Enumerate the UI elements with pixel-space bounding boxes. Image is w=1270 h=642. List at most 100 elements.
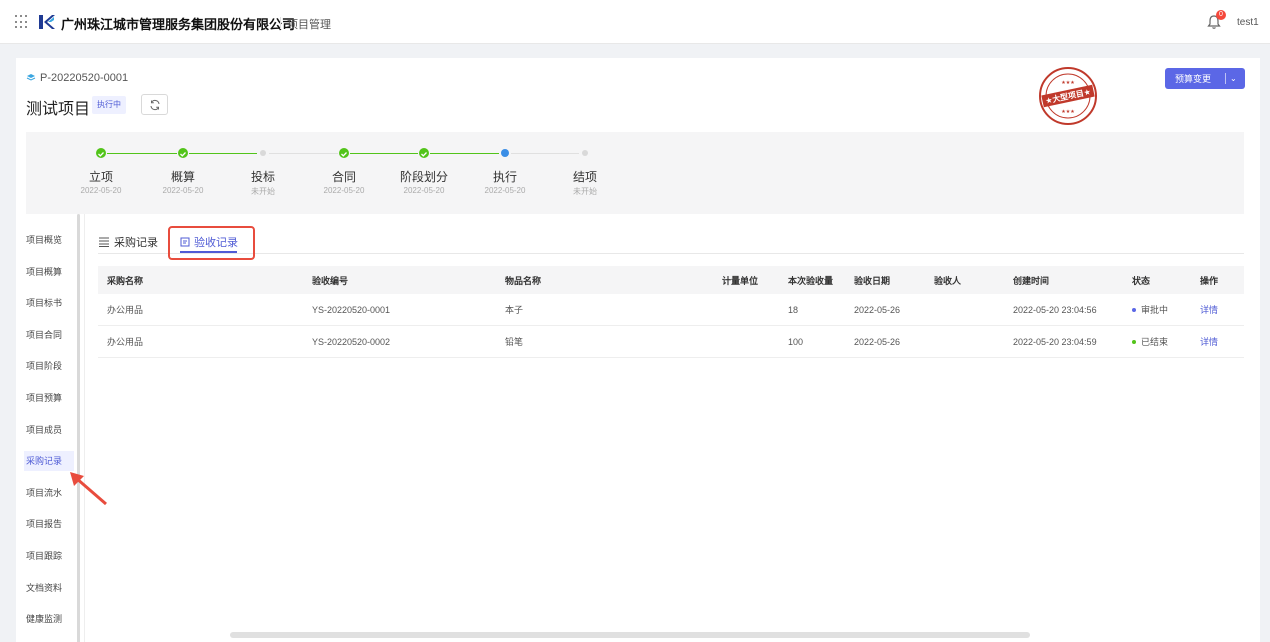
detail-link[interactable]: 详情 <box>1200 326 1218 357</box>
step-date: 2022-05-20 <box>80 186 122 195</box>
step-dot-icon <box>582 150 588 156</box>
table-row: 办公用品 YS-20220520-0001 本子 18 2022-05-26 2022-0… <box>98 294 1244 326</box>
column-header: 采购名称 <box>107 275 144 286</box>
svg-text:★大型项目★: ★大型项目★ <box>1044 86 1091 105</box>
company-name: 广州珠江城市管理服务集团股份有限公司 <box>61 17 296 32</box>
sidebar-scrollbar[interactable] <box>77 214 80 642</box>
step-date: 2022-05-20 <box>484 186 526 195</box>
detail-link[interactable]: 详情 <box>1200 294 1218 325</box>
table-cell: 办公用品 <box>107 305 144 315</box>
step-connector <box>107 153 177 154</box>
column-header: 操作 <box>1200 275 1219 286</box>
step-name: 立项 <box>88 170 113 184</box>
horizontal-scrollbar[interactable] <box>230 632 1030 638</box>
layers-icon <box>26 74 36 81</box>
column-header: 验收人 <box>934 275 962 286</box>
annotation-arrow-icon <box>70 472 107 506</box>
annotation-highlight-box <box>168 226 255 260</box>
table-cell: 办公用品 <box>107 337 144 347</box>
user-name[interactable]: test1 <box>1237 17 1259 28</box>
header-divider <box>280 17 281 29</box>
status-badge: 执行中 <box>92 96 126 114</box>
chevron-down-icon[interactable]: ⌄ <box>1230 74 1237 83</box>
column-header: 状态 <box>1132 275 1151 286</box>
table-cell: 2022-05-26 <box>854 336 901 347</box>
step-name: 结项 <box>572 170 597 184</box>
company-logo-icon <box>39 15 55 29</box>
table-cell: 2022-05-20 23:04:56 <box>1013 304 1097 315</box>
refresh-button[interactable] <box>141 94 168 115</box>
step-connector <box>430 153 499 154</box>
step-date: 2022-05-20 <box>162 186 204 195</box>
step-connector <box>350 153 418 154</box>
sidebar-item[interactable]: 项目报告 <box>24 514 80 534</box>
tab-bar-line <box>98 253 1244 254</box>
sidebar-item[interactable]: 项目预算 <box>24 388 80 408</box>
column-header: 验收日期 <box>854 275 891 286</box>
step-date: 2022-05-20 <box>323 186 365 195</box>
table-cell: 2022-05-20 23:04:59 <box>1013 336 1097 347</box>
step-dot-icon <box>260 150 266 156</box>
module-name: 项目管理 <box>287 19 331 31</box>
step-name: 阶段划分 <box>399 170 448 184</box>
budget-change-button[interactable]: 预算变更 ⌄ <box>1165 68 1245 89</box>
table-cell: 18 <box>788 304 799 315</box>
column-header: 创建时间 <box>1013 275 1050 286</box>
table-cell: 2022-05-26 <box>854 304 901 315</box>
step-connector <box>189 153 257 154</box>
step-connector <box>511 153 579 154</box>
check-circle-icon <box>419 148 429 158</box>
check-circle-icon <box>178 148 188 158</box>
acceptance-table: 采购名称 验收编号 物品名称 计量单位 本次验收量 验收日期 验收人 创建时间 状态 操作 办公用品… <box>98 266 1244 358</box>
sidebar-item[interactable]: 项目概算 <box>24 262 80 282</box>
step-dot-icon <box>501 149 509 157</box>
sidebar-item[interactable]: 项目跟踪 <box>24 546 80 566</box>
column-header: 验收编号 <box>312 275 349 286</box>
sidebar-item[interactable]: 文档资料 <box>24 578 80 598</box>
column-header: 物品名称 <box>505 275 542 286</box>
project-code-text: P-20220520-0001 <box>40 72 129 84</box>
sidebar-item[interactable]: 项目概览 <box>24 230 80 250</box>
step-date: 未开始 <box>573 187 597 196</box>
sidebar-divider <box>84 214 85 642</box>
step-date: 未开始 <box>251 187 275 196</box>
step-date: 2022-05-20 <box>403 186 445 195</box>
refresh-icon <box>150 99 159 110</box>
table-cell: YS-20220520-0001 <box>312 304 391 315</box>
table-cell: 铅笔 <box>505 337 524 347</box>
svg-text:★★★: ★★★ <box>1061 80 1075 86</box>
table-row: 办公用品 YS-20220520-0002 铅笔 100 2022-05-26 2022-… <box>98 326 1244 358</box>
table-cell: 本子 <box>505 305 524 315</box>
status-text: 已结束 <box>1141 337 1169 347</box>
status-cell: 审批中 <box>1132 294 1168 325</box>
check-circle-icon <box>339 148 349 158</box>
sidebar-item[interactable]: 项目标书 <box>24 293 80 313</box>
svg-text:★★★: ★★★ <box>1061 109 1075 115</box>
project-code: P-20220520-0001 <box>26 72 128 84</box>
table-cell: YS-20220520-0002 <box>312 336 391 347</box>
sidebar-item[interactable]: 项目合同 <box>24 325 80 345</box>
list-icon <box>99 237 109 247</box>
column-header: 计量单位 <box>722 275 759 286</box>
status-dot-icon <box>1132 307 1136 312</box>
sidebar-item[interactable]: 项目成员 <box>24 420 80 440</box>
step-name: 概算 <box>170 170 195 184</box>
check-circle-icon <box>96 148 106 158</box>
status-dot-icon <box>1132 339 1136 344</box>
progress-steps: 立项 2022-05-20 概算 2022-05-20 投标未开始 合同 2022-05-2… <box>26 132 1244 214</box>
apps-grid-icon[interactable] <box>15 15 29 29</box>
project-card: P-20220520-0001 测试项目 执行中 ★★★ ★大型项目★ ★★★ … <box>16 58 1260 642</box>
project-name: 测试项目 <box>26 101 91 118</box>
tab-purchase-records[interactable]: 采购记录 <box>98 234 158 250</box>
sidebar-item[interactable]: 项目阶段 <box>24 356 80 376</box>
status-cell: 已结束 <box>1132 326 1168 357</box>
top-bar: 广州珠江城市管理服务集团股份有限公司 项目管理 0 test1 <box>0 0 1270 44</box>
step-name: 执行 <box>492 170 517 184</box>
step-name: 投标 <box>250 170 275 184</box>
table-cell: 100 <box>788 336 804 347</box>
step-name: 合同 <box>331 170 356 184</box>
sidebar-item[interactable]: 健康监测 <box>24 609 80 629</box>
step-connector <box>269 153 338 154</box>
table-header: 采购名称 验收编号 物品名称 计量单位 本次验收量 验收日期 验收人 创建时间 状态 操作 <box>98 266 1244 294</box>
notification-badge: 0 <box>1216 10 1226 20</box>
